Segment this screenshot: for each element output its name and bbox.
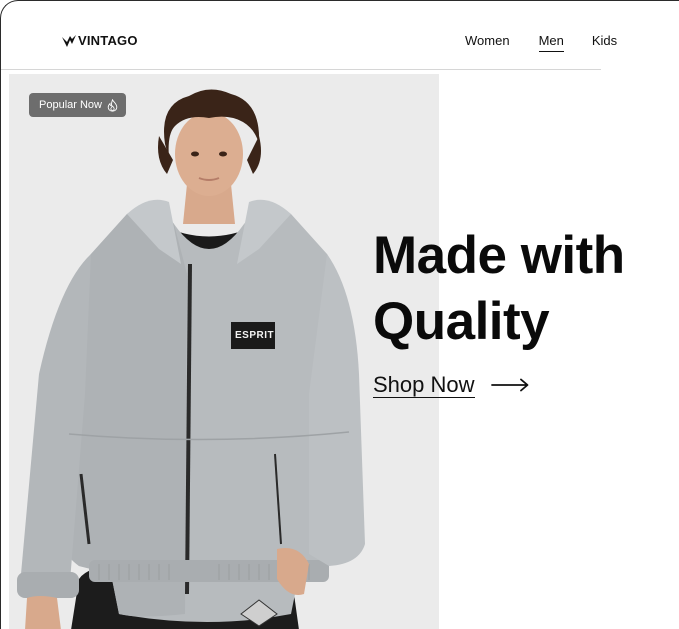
flame-icon — [107, 98, 118, 112]
vintago-logo-icon — [62, 35, 76, 47]
nav-item-women[interactable]: Women — [465, 33, 510, 52]
page-frame: VINTAGO Women Men Kids ESPRIT Popular No… — [0, 0, 679, 629]
popular-now-badge: Popular Now — [29, 93, 126, 117]
jacket-patch-label: ESPRIT — [235, 330, 275, 341]
main-nav: Women Men Kids — [465, 33, 617, 52]
hero-headline: Made with Quality — [373, 223, 625, 355]
badge-label: Popular Now — [39, 99, 102, 111]
brand-logo[interactable]: VINTAGO — [61, 31, 138, 49]
nav-item-kids[interactable]: Kids — [592, 33, 617, 52]
shop-now-button[interactable]: Shop Now — [373, 372, 529, 398]
shop-now-label: Shop Now — [373, 372, 475, 398]
headline-line-1: Made with — [373, 226, 625, 285]
arrow-right-icon — [490, 378, 528, 392]
site-header: VINTAGO Women Men Kids — [1, 1, 617, 70]
headline-line-2: Quality — [373, 292, 550, 351]
brand-name: VINTAGO — [78, 32, 138, 48]
nav-item-men[interactable]: Men — [538, 33, 564, 52]
